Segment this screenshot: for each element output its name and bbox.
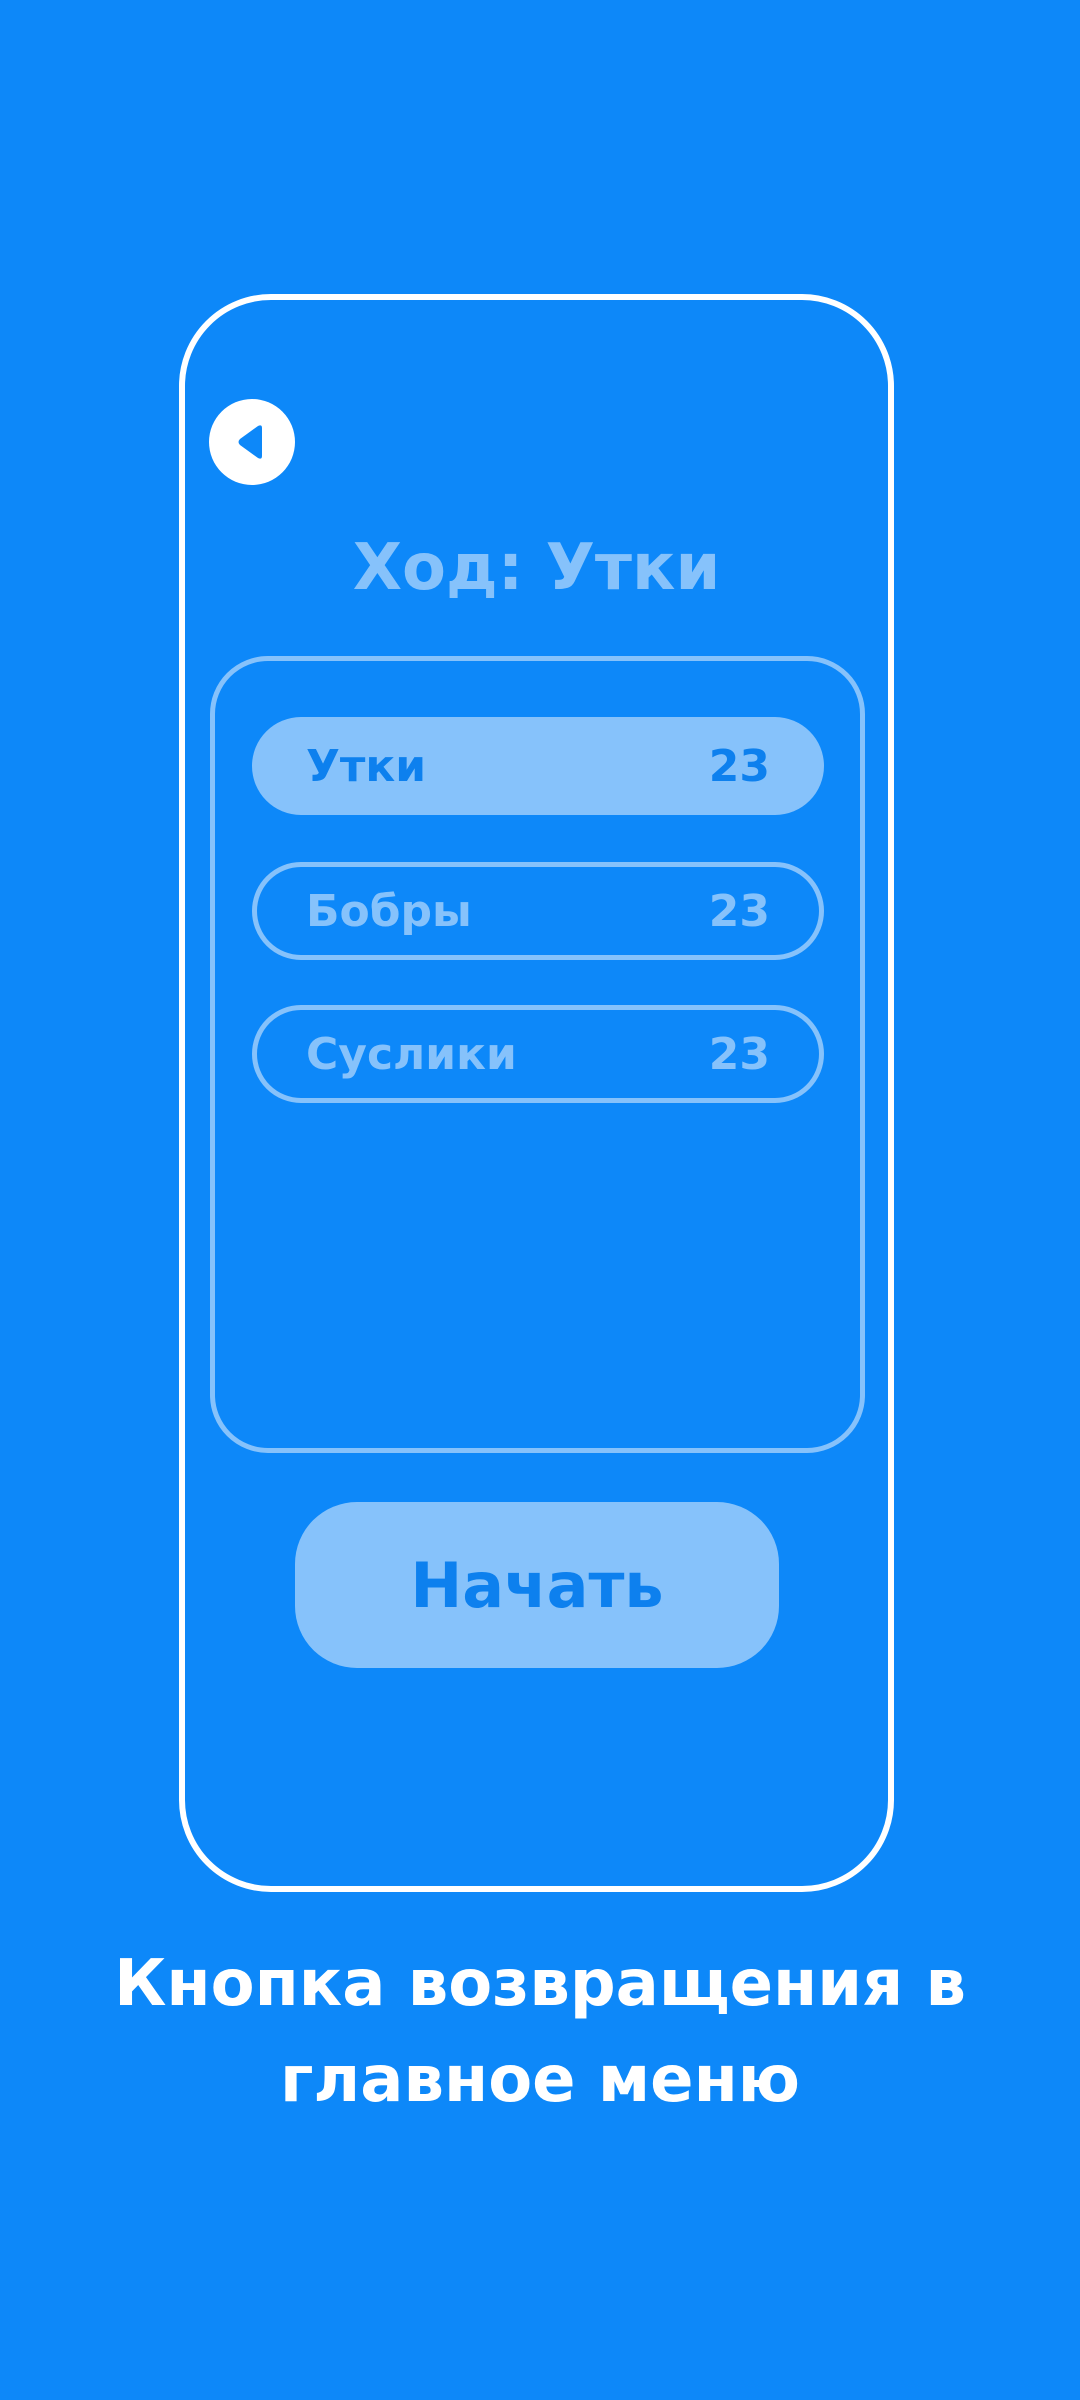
team-row-susliki[interactable]: Суслики 23 [252, 1005, 824, 1103]
team-score: 23 [708, 740, 770, 792]
team-name: Суслики [306, 1028, 517, 1080]
team-name: Утки [306, 740, 427, 792]
team-row-utki[interactable]: Утки 23 [252, 717, 824, 815]
team-score: 23 [708, 1028, 770, 1080]
back-button[interactable] [209, 399, 295, 485]
caption-line-2: главное меню [279, 2043, 801, 2117]
team-name: Бобры [306, 885, 472, 937]
team-row-bobry[interactable]: Бобры 23 [252, 862, 824, 960]
start-button[interactable]: Начать [295, 1502, 779, 1668]
back-arrow-icon [238, 425, 262, 459]
caption: Кнопка возвращения в главное меню [40, 1936, 1040, 2128]
team-score: 23 [708, 885, 770, 937]
turn-title: Ход: Утки [352, 531, 721, 605]
caption-line-1: Кнопка возвращения в [114, 1947, 966, 2021]
